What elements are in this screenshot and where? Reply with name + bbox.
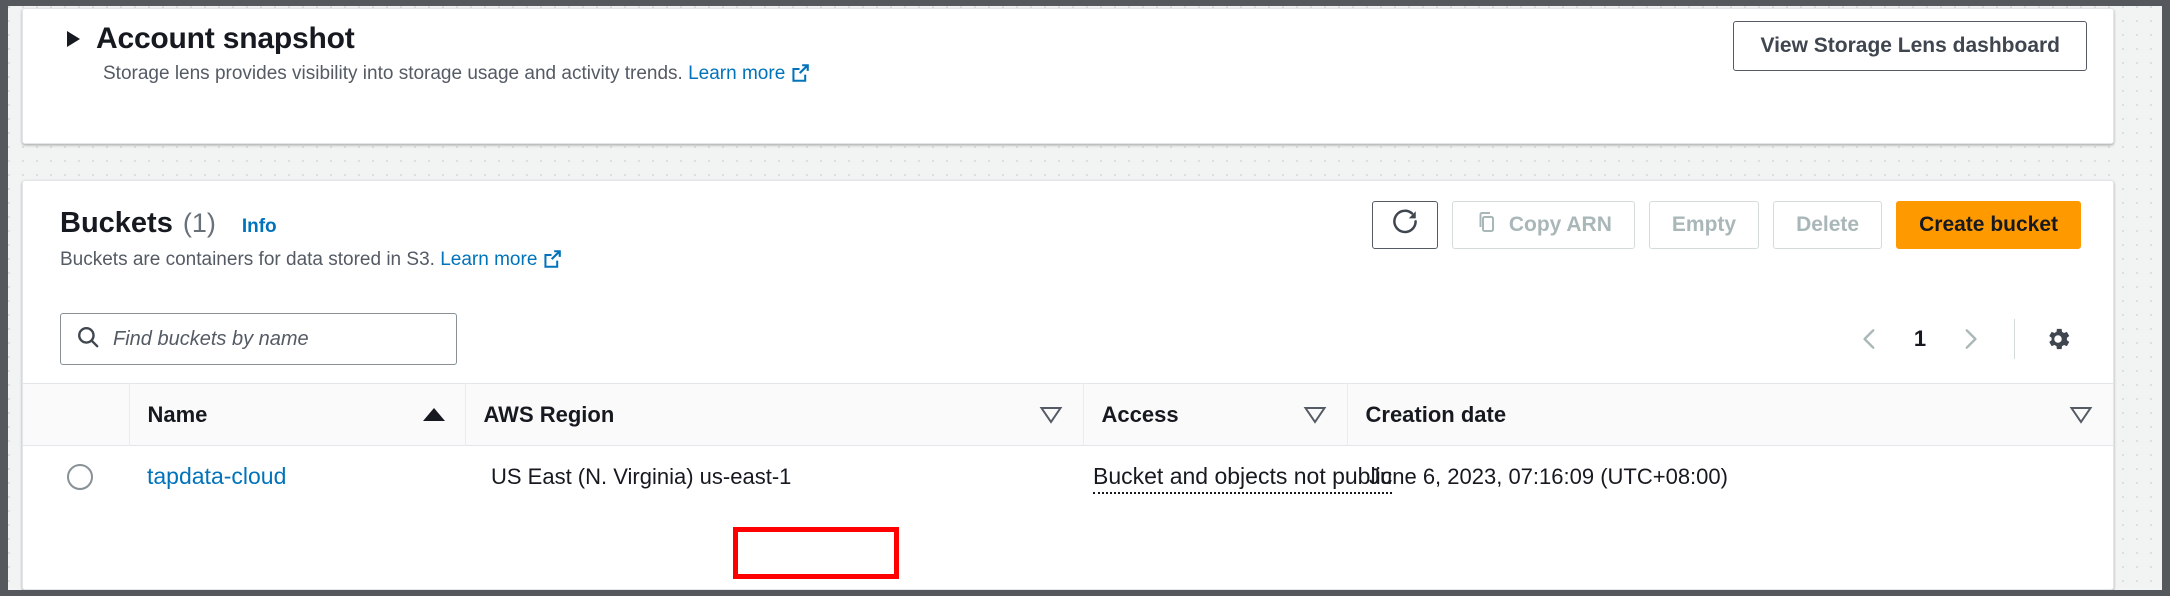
page-number-1[interactable]: 1 bbox=[1900, 326, 1940, 352]
empty-button[interactable]: Empty bbox=[1648, 201, 1760, 249]
bucket-name-link[interactable]: tapdata-cloud bbox=[147, 463, 286, 489]
row-access-cell: Bucket and objects not public bbox=[1083, 445, 1393, 508]
create-bucket-button[interactable]: Create bucket bbox=[1896, 201, 2081, 249]
row-select-cell bbox=[23, 445, 129, 508]
column-header-aws-region-label: AWS Region bbox=[483, 401, 615, 427]
account-snapshot-description-text: Storage lens provides visibility into st… bbox=[103, 63, 683, 84]
buckets-info-link[interactable]: Info bbox=[242, 216, 277, 238]
buckets-table-header-row: Name AWS Region Access Creation date bbox=[23, 383, 2113, 446]
column-header-name[interactable]: Name bbox=[128, 383, 465, 446]
buckets-table-body: tapdata-cloud US East (N. Virginia) us-e… bbox=[23, 445, 2113, 508]
account-snapshot-card: Account snapshot Storage lens provides v… bbox=[22, 8, 2114, 144]
account-snapshot-header[interactable]: Account snapshot bbox=[67, 21, 355, 57]
buckets-title-group: Buckets (1) Info bbox=[60, 207, 277, 240]
copy-arn-label: Copy ARN bbox=[1508, 213, 1612, 236]
row-name-cell: tapdata-cloud bbox=[129, 445, 465, 508]
row-creation-date-cell: June 6, 2023, 07:16:09 (UTC+08:00) bbox=[1347, 445, 2113, 508]
column-header-name-label: Name bbox=[147, 401, 208, 427]
copy-icon bbox=[1475, 210, 1499, 240]
chevron-right-icon[interactable] bbox=[1946, 315, 1994, 363]
buckets-description: Buckets are containers for data stored i… bbox=[60, 249, 562, 271]
column-header-access-label: Access bbox=[1101, 401, 1179, 427]
copy-arn-button[interactable]: Copy ARN bbox=[1451, 201, 1635, 249]
search-icon bbox=[75, 324, 101, 355]
region-display-name: US East (N. Virginia) bbox=[491, 463, 694, 489]
column-header-aws-region[interactable]: AWS Region bbox=[464, 383, 1083, 446]
external-link-icon[interactable] bbox=[543, 249, 562, 268]
buckets-action-bar: Copy ARN Empty Delete Create bucket bbox=[1371, 201, 2081, 249]
external-link-icon[interactable] bbox=[791, 63, 810, 82]
disclosure-triangle-right-icon[interactable] bbox=[67, 31, 80, 47]
buckets-learn-more-link[interactable]: Learn more bbox=[440, 249, 537, 270]
s3-console-canvas: Account snapshot Storage lens provides v… bbox=[8, 6, 2162, 590]
browser-window-frame: Account snapshot Storage lens provides v… bbox=[0, 0, 2170, 596]
search-buckets-box[interactable] bbox=[60, 313, 457, 365]
column-header-access[interactable]: Access bbox=[1082, 383, 1347, 446]
sort-none-icon[interactable] bbox=[2069, 405, 2093, 425]
refresh-button[interactable] bbox=[1371, 201, 1438, 249]
account-snapshot-title: Account snapshot bbox=[96, 22, 355, 55]
chevron-left-icon[interactable] bbox=[1846, 315, 1894, 363]
gear-icon[interactable] bbox=[2035, 316, 2081, 362]
buckets-filter-row: 1 bbox=[23, 307, 2113, 383]
view-storage-lens-dashboard-button[interactable]: View Storage Lens dashboard bbox=[1733, 21, 2087, 71]
pagination-divider bbox=[2014, 319, 2015, 359]
column-header-creation-date[interactable]: Creation date bbox=[1346, 383, 2113, 446]
sort-ascending-icon[interactable] bbox=[422, 408, 445, 421]
buckets-table-head: Name AWS Region Access Creation date bbox=[23, 383, 2113, 446]
account-snapshot-description: Storage lens provides visibility into st… bbox=[103, 61, 810, 87]
sort-none-icon[interactable] bbox=[1303, 405, 1327, 425]
column-header-creation-date-label: Creation date bbox=[1365, 401, 1507, 427]
buckets-table: Name AWS Region Access Creation date tap… bbox=[23, 383, 2113, 508]
table-row[interactable]: tapdata-cloud US East (N. Virginia) us-e… bbox=[23, 445, 2113, 508]
buckets-title: Buckets bbox=[60, 207, 173, 239]
column-header-select bbox=[23, 384, 129, 446]
access-status-text[interactable]: Bucket and objects not public bbox=[1093, 463, 1393, 495]
creation-date-text: June 6, 2023, 07:16:09 (UTC+08:00) bbox=[1369, 463, 1728, 489]
buckets-count: (1) bbox=[182, 208, 216, 238]
delete-button[interactable]: Delete bbox=[1773, 201, 1883, 249]
pagination-controls: 1 bbox=[1846, 313, 2081, 365]
region-code: us-east-1 bbox=[699, 463, 792, 489]
buckets-description-text: Buckets are containers for data stored i… bbox=[60, 249, 435, 270]
buckets-card: Buckets (1) Info Buckets are containers … bbox=[22, 180, 2114, 590]
buckets-card-header: Buckets (1) Info Buckets are containers … bbox=[23, 181, 2113, 311]
search-input[interactable] bbox=[113, 327, 442, 351]
row-radio-button[interactable] bbox=[67, 463, 93, 490]
refresh-icon bbox=[1390, 207, 1420, 243]
row-region-cell: US East (N. Virginia) us-east-1 bbox=[465, 445, 1083, 508]
sort-none-icon[interactable] bbox=[1039, 405, 1063, 425]
account-snapshot-learn-more-link[interactable]: Learn more bbox=[688, 63, 785, 84]
